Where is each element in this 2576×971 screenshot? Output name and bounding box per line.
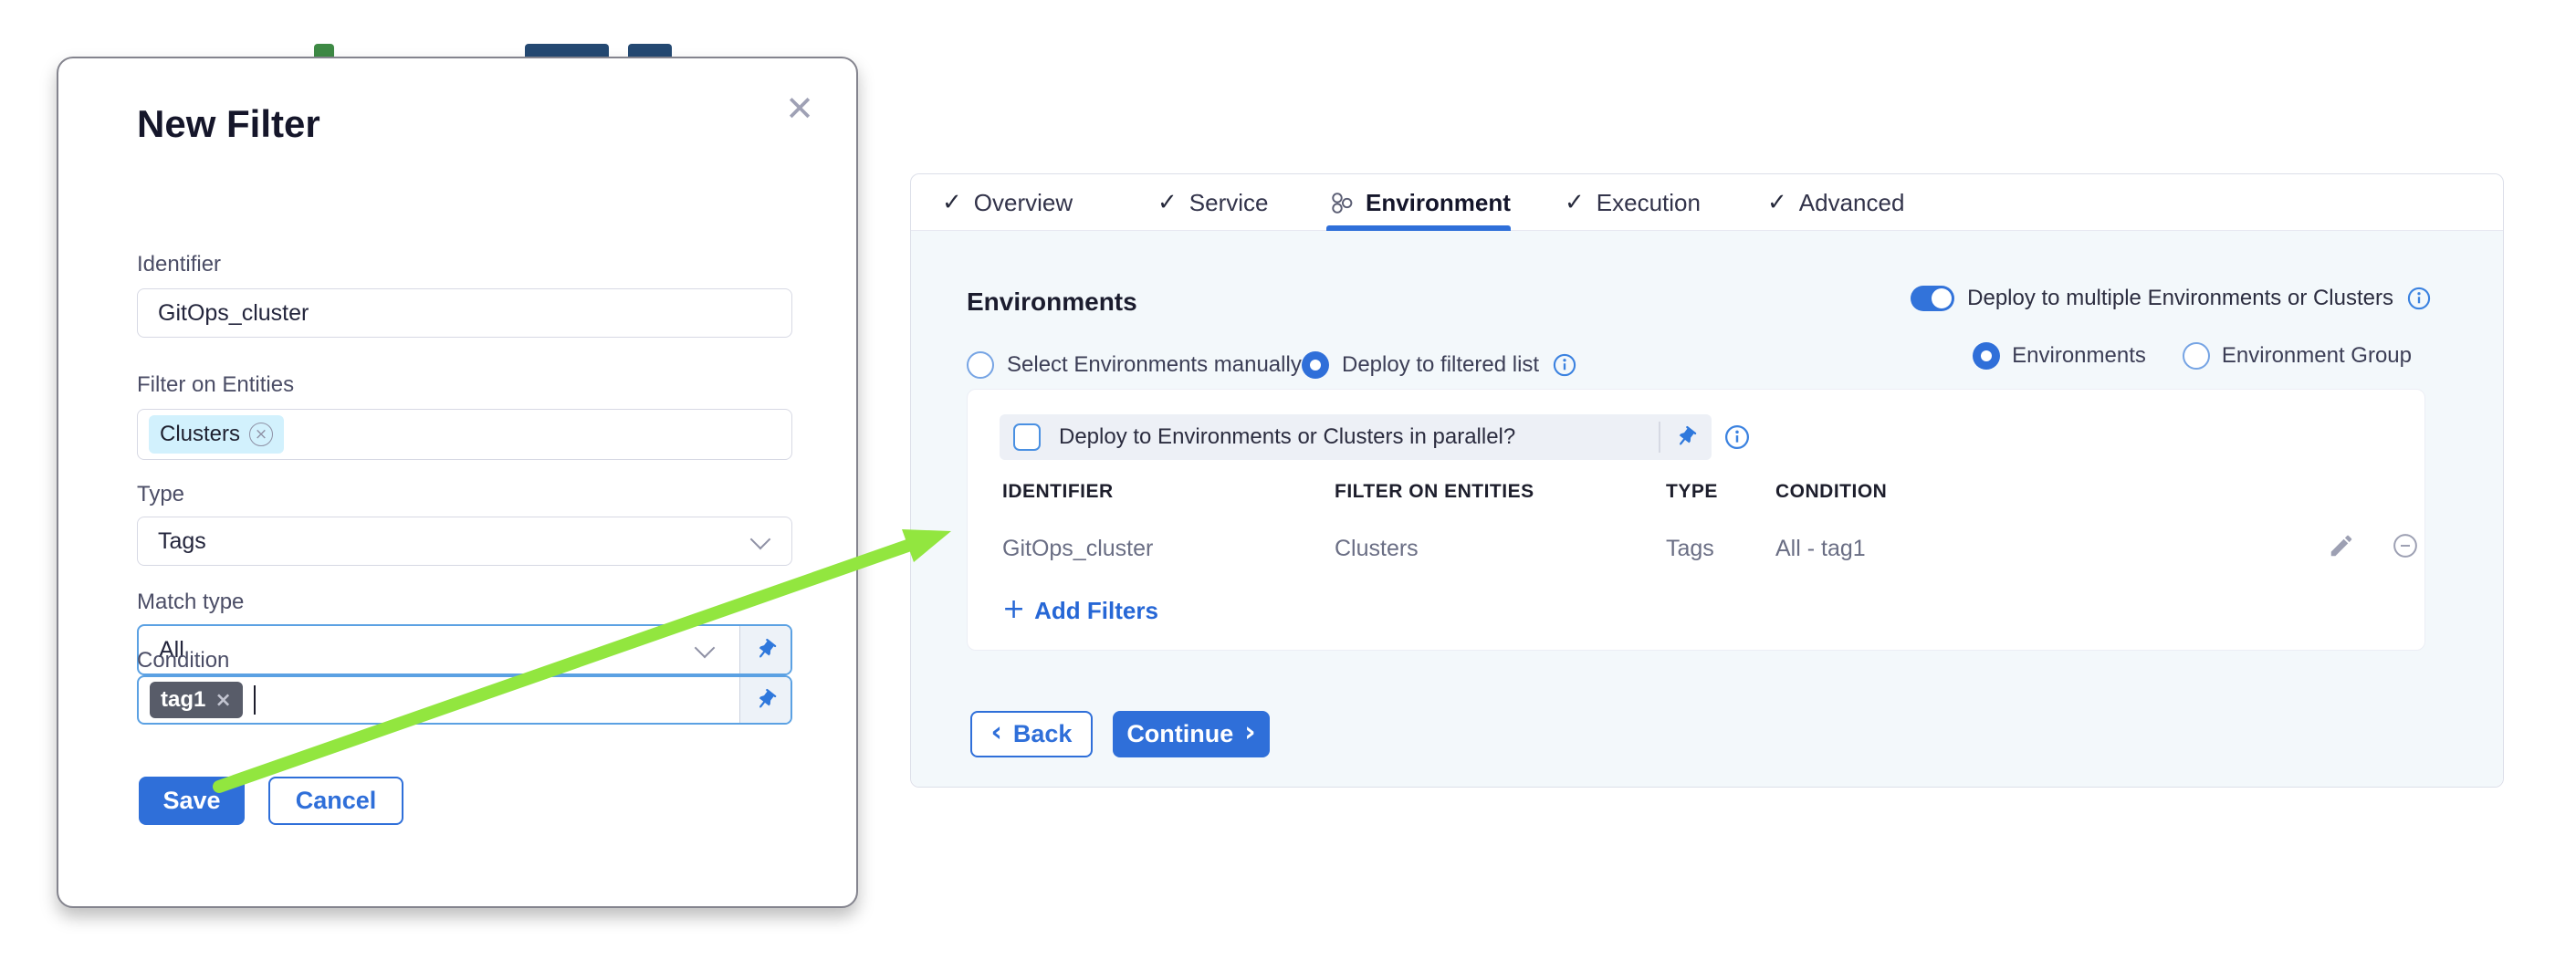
pushpin-icon [749, 683, 783, 717]
entity-chip[interactable]: Clusters × [149, 415, 284, 454]
radio-label: Environments [2012, 343, 2146, 369]
save-button[interactable]: Save [139, 777, 245, 825]
divider [1659, 422, 1660, 453]
chevron-left-icon: ‹ [991, 719, 1002, 747]
edit-pencil-icon[interactable] [2328, 532, 2355, 559]
radio-label: Select Environments manually [1007, 352, 1302, 378]
environments-heading: Environments [967, 287, 1137, 317]
add-filters-label: Add Filters [1034, 597, 1158, 625]
column-header-identifier: IDENTIFIER [1002, 481, 1114, 503]
match-type-label: Match type [137, 590, 244, 615]
tab-label: Advanced [1799, 189, 1905, 217]
deploy-parallel-option[interactable]: Deploy to Environments or Clusters in pa… [1000, 414, 1712, 460]
pushpin-icon[interactable] [1669, 420, 1703, 454]
pushpin-icon [749, 632, 783, 667]
close-icon[interactable]: ✕ [785, 91, 814, 126]
deploy-multiple-toggle[interactable] [1911, 286, 1954, 311]
condition-label: Condition [137, 648, 229, 673]
new-filter-dialog: ✕ New Filter Identifier GitOps_cluster F… [57, 57, 858, 908]
chevron-down-icon [750, 529, 771, 550]
plus-icon: + [1002, 593, 1025, 625]
check-icon: ✓ [1157, 189, 1178, 216]
cell-type: Tags [1666, 536, 1714, 562]
info-icon[interactable] [2406, 286, 2432, 311]
info-icon[interactable] [1552, 352, 1577, 378]
chip-remove-icon[interactable]: × [249, 423, 273, 446]
cell-identifier: GitOps_cluster [1002, 536, 1153, 562]
environment-scope-radio-row: Environments Environment Group [1973, 342, 2412, 370]
identifier-input[interactable]: GitOps_cluster [137, 288, 792, 338]
radio-icon[interactable] [967, 351, 994, 379]
wizard-footer: ‹ Back Continue › [970, 711, 1270, 757]
tab-label: Service [1189, 189, 1269, 217]
column-header-filter-on-entities: FILTER ON ENTITIES [1335, 481, 1534, 503]
environment-icon [1329, 191, 1354, 215]
chip-remove-icon[interactable]: × [215, 689, 231, 712]
condition-chip-label: tag1 [161, 687, 205, 713]
back-label: Back [1013, 720, 1073, 748]
cell-condition: All - tag1 [1775, 536, 1866, 562]
parallel-label: Deploy to Environments or Clusters in pa… [1059, 424, 1515, 450]
identifier-label: Identifier [137, 252, 221, 277]
check-icon: ✓ [942, 189, 962, 216]
column-header-condition: CONDITION [1775, 481, 1887, 503]
match-type-select[interactable]: All [137, 624, 792, 675]
tab-service[interactable]: ✓ Service [1157, 174, 1269, 231]
radio-label: Environment Group [2222, 343, 2412, 369]
dialog-title: New Filter [137, 102, 320, 146]
info-icon[interactable] [1723, 423, 1751, 451]
cancel-button[interactable]: Cancel [268, 777, 403, 825]
back-button[interactable]: ‹ Back [970, 711, 1093, 757]
tab-execution[interactable]: ✓ Execution [1565, 174, 1701, 231]
radio-icon[interactable] [2183, 342, 2210, 370]
chevron-down-icon [695, 638, 716, 659]
radio-label: Deploy to filtered list [1342, 352, 1539, 378]
tab-label: Overview [974, 189, 1073, 217]
toggle-label: Deploy to multiple Environments or Clust… [1967, 286, 2393, 311]
stage-tabbar: ✓ Overview ✓ Service Environment ✓ Execu… [911, 174, 2503, 231]
filter-on-entities-label: Filter on Entities [137, 372, 294, 398]
toggle-knob [1932, 288, 1952, 308]
check-icon: ✓ [1565, 189, 1585, 216]
condition-input[interactable]: tag1 × [137, 675, 792, 725]
text-caret [254, 685, 256, 715]
tab-advanced[interactable]: ✓ Advanced [1767, 174, 1904, 231]
pipeline-stage-panel: ✓ Overview ✓ Service Environment ✓ Execu… [910, 173, 2504, 788]
tab-environment[interactable]: Environment [1329, 174, 1511, 231]
condition-chip[interactable]: tag1 × [150, 682, 243, 718]
filter-on-entities-input[interactable]: Clusters × [137, 409, 792, 460]
radio-select-environments-manually[interactable]: Select Environments manually [967, 351, 1302, 379]
parallel-checkbox[interactable] [1013, 423, 1041, 451]
continue-label: Continue [1126, 720, 1233, 748]
tab-label: Execution [1597, 189, 1701, 217]
entity-chip-label: Clusters [160, 422, 240, 447]
radio-environments[interactable]: Environments [1973, 342, 2146, 370]
remove-minus-circle-icon[interactable] [2392, 532, 2419, 559]
tab-label: Environment [1366, 189, 1511, 217]
continue-button[interactable]: Continue › [1113, 711, 1270, 757]
pin-button[interactable] [739, 677, 791, 723]
radio-icon[interactable] [1302, 351, 1329, 379]
filters-card: Deploy to Environments or Clusters in pa… [967, 389, 2425, 651]
identifier-value: GitOps_cluster [158, 300, 309, 327]
column-header-type: TYPE [1666, 481, 1718, 503]
radio-deploy-to-filtered-list[interactable]: Deploy to filtered list [1302, 351, 1577, 379]
pin-button[interactable] [739, 626, 791, 673]
type-label: Type [137, 482, 184, 507]
radio-environment-group[interactable]: Environment Group [2183, 342, 2412, 370]
chevron-right-icon: › [1244, 719, 1255, 747]
add-filters-button[interactable]: + Add Filters [1002, 596, 1158, 625]
multi-environment-toggle-row: Deploy to multiple Environments or Clust… [1911, 286, 2432, 311]
radio-icon[interactable] [1973, 342, 2000, 370]
cell-filter-on-entities: Clusters [1335, 536, 1419, 562]
tab-overview[interactable]: ✓ Overview [942, 174, 1073, 231]
check-icon: ✓ [1767, 189, 1787, 216]
type-select[interactable]: Tags [137, 517, 792, 566]
environment-tab-content: Environments Select Environments manuall… [911, 231, 2503, 787]
type-value: Tags [158, 528, 206, 555]
